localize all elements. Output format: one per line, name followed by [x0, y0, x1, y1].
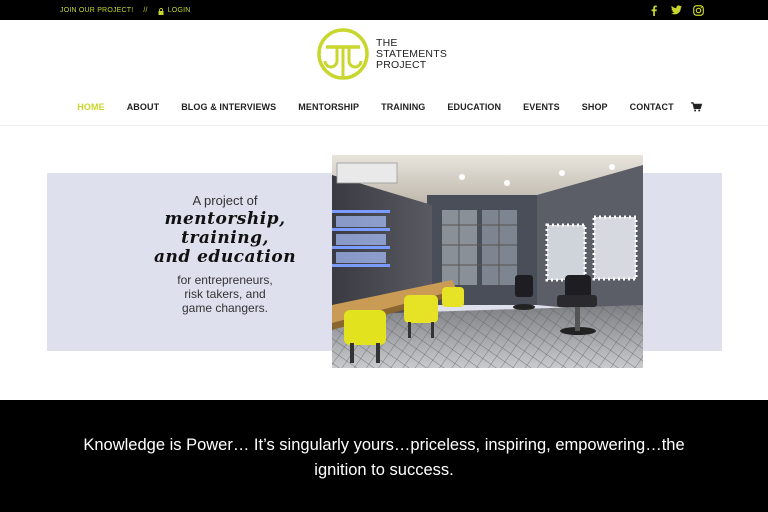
cart-icon[interactable] — [690, 102, 702, 112]
logo-mark-icon — [317, 28, 369, 80]
separator: // — [143, 6, 148, 14]
lock-icon — [158, 7, 164, 15]
logo-line: PROJECT — [376, 58, 427, 71]
hero-subtitle-line: for entrepreneurs, — [177, 273, 273, 287]
logo-line: STATEMENTS — [376, 47, 448, 60]
hero-script-line: training, — [181, 228, 269, 248]
nav-item-events[interactable]: EVENTS — [523, 102, 560, 112]
instagram-icon[interactable] — [692, 4, 704, 16]
nav-item-blog-interviews[interactable]: BLOG & INTERVIEWS — [181, 102, 276, 112]
nav-item-shop[interactable]: SHOP — [582, 102, 608, 112]
top-links: JOIN OUR PROJECT! // LOGIN — [60, 0, 191, 20]
hero-intro: A project of — [192, 193, 258, 208]
quote-text: Knowledge is Power… It’s singularly your… — [83, 436, 685, 479]
join-link[interactable]: JOIN OUR PROJECT! — [60, 7, 133, 14]
logo-line: THE — [376, 36, 398, 49]
salon-photo-illustration — [332, 155, 643, 368]
hero-subtitle: for entrepreneurs, risk takers, and game… — [130, 273, 320, 315]
nav-item-mentorship[interactable]: MENTORSHIP — [298, 102, 359, 112]
hero-script-line: mentorship, — [164, 209, 286, 229]
main-nav: HOME ABOUT BLOG & INTERVIEWS MENTORSHIP … — [0, 96, 768, 118]
quote-section: Knowledge is Power… It’s singularly your… — [0, 400, 768, 512]
nav-item-contact[interactable]: CONTACT — [630, 102, 674, 112]
facebook-icon[interactable] — [648, 4, 660, 16]
hero-text: A project of mentorship, training, and e… — [130, 193, 320, 315]
salon-photo — [332, 155, 643, 368]
nav-item-home[interactable]: HOME — [77, 102, 104, 112]
logo-wordmark: THE STATEMENTS PROJECT — [376, 36, 448, 71]
login-link[interactable]: LOGIN — [168, 7, 191, 14]
nav-item-about[interactable]: ABOUT — [127, 102, 160, 112]
hero-script-line: and education — [153, 247, 297, 267]
nav-divider — [0, 125, 768, 126]
social-links — [648, 3, 704, 17]
hero-subtitle-line: risk takers, and — [184, 287, 266, 301]
hero-subtitle-line: game changers. — [181, 301, 269, 315]
top-bar: JOIN OUR PROJECT! // LOGIN — [0, 0, 768, 20]
nav-item-education[interactable]: EDUCATION — [447, 102, 501, 112]
nav-item-training[interactable]: TRAINING — [381, 102, 425, 112]
twitter-icon[interactable] — [670, 4, 682, 16]
site-logo[interactable]: THE STATEMENTS PROJECT — [316, 25, 456, 83]
